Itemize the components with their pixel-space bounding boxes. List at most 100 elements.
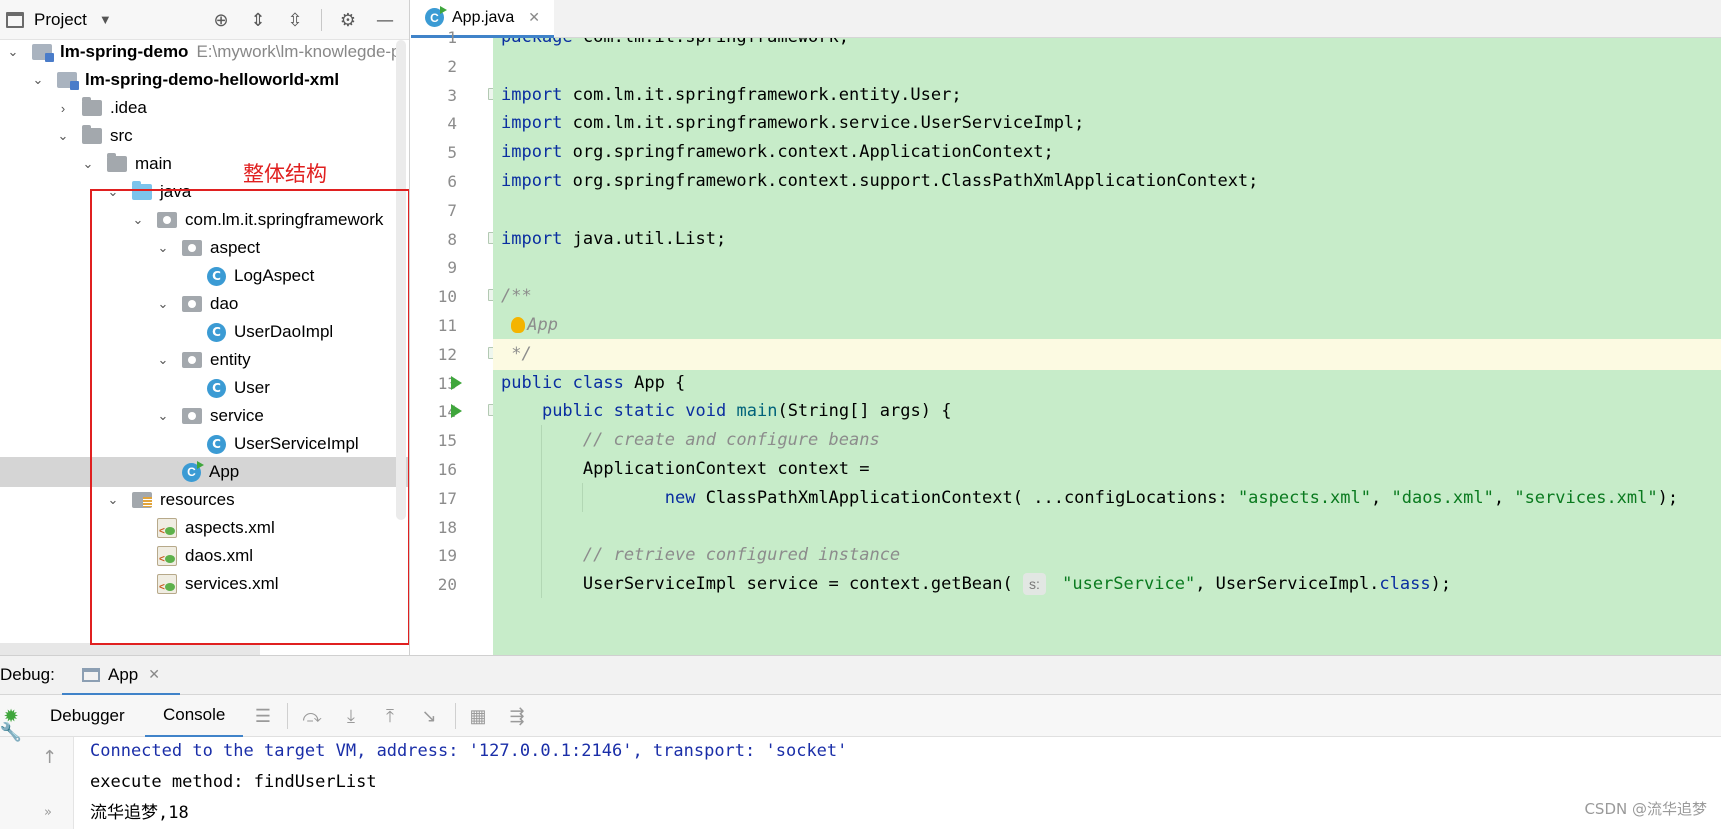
- folder-icon: [82, 125, 102, 144]
- code-line[interactable]: import org.springframework.context.Appli…: [493, 137, 1721, 169]
- run-to-cursor-icon[interactable]: ↘: [418, 705, 440, 727]
- project-view-selector[interactable]: Project ▼: [6, 10, 112, 30]
- console-line: 流华追梦,18: [90, 803, 189, 823]
- line-number: 17: [437, 488, 457, 508]
- debug-tab-label: App: [108, 664, 139, 684]
- step-over-icon[interactable]: ⤼: [301, 705, 323, 727]
- tab-console-label: Console: [163, 705, 226, 724]
- tab-debugger[interactable]: Debugger: [32, 695, 143, 737]
- tree-item[interactable]: ⌄ src: [0, 121, 409, 151]
- debug-toolbar: ✹ Debugger Console ☰ ⤼ ⤓ ⤒ ↘ ▦ ⇶: [0, 695, 1721, 737]
- line-number: 20: [437, 575, 457, 595]
- code-line[interactable]: public static void main(String[] args) {: [493, 396, 1721, 428]
- step-into-icon[interactable]: ⤓: [340, 705, 362, 727]
- collapse-all-icon[interactable]: ⇳: [284, 9, 306, 31]
- wrench-icon[interactable]: 🔧: [0, 721, 22, 743]
- module-path: E:\mywork\lm-knowlegde-p: [196, 42, 401, 61]
- run-icon[interactable]: [451, 375, 462, 390]
- console-output[interactable]: 🔧 ↑ » Connected to the target VM, addres…: [0, 722, 1721, 829]
- toolbar-divider: [321, 9, 322, 31]
- code-line[interactable]: // retrieve configured instance: [493, 540, 1721, 572]
- tab-console[interactable]: Console: [145, 695, 244, 737]
- indent-guide: [582, 482, 583, 512]
- line-gutter: 1 2 3 4 5 6 7 8 9 10 11 12 13 14 15 16 17 18 19 20: [411, 28, 499, 655]
- code-line[interactable]: import org.springframework.context.suppo…: [493, 166, 1721, 198]
- chevron-down-icon[interactable]: ⌄: [81, 156, 95, 172]
- code-line[interactable]: /**: [493, 281, 1721, 313]
- window-icon: [82, 667, 100, 682]
- line-number: 1: [447, 28, 457, 47]
- run-icon[interactable]: [451, 404, 462, 419]
- chevron-down-icon[interactable]: ⌄: [6, 44, 20, 60]
- code-line[interactable]: new ClassPathXmlApplicationContext( ...c…: [493, 483, 1721, 515]
- module-icon: [32, 44, 54, 62]
- step-out-icon[interactable]: ⤒: [379, 705, 401, 727]
- locate-icon[interactable]: ⊕: [210, 9, 232, 31]
- expand-all-icon[interactable]: ⇕: [247, 9, 269, 31]
- code-line[interactable]: import java.util.List;: [493, 224, 1721, 256]
- project-title: Project: [34, 9, 87, 29]
- toolbar-divider: [287, 703, 288, 729]
- code-line[interactable]: [493, 512, 1721, 544]
- debug-bar: Debug: App ✕: [0, 655, 1721, 696]
- chevron-down-icon[interactable]: ⌄: [56, 128, 70, 144]
- code-line[interactable]: import com.lm.it.springframework.entity.…: [493, 80, 1721, 112]
- tree-item-label: .idea: [110, 98, 147, 117]
- line-number: 15: [437, 431, 457, 451]
- line-number: 9: [447, 258, 457, 278]
- code-line[interactable]: public class App {: [493, 368, 1721, 400]
- chevron-down-icon[interactable]: ▼: [99, 12, 112, 27]
- line-number: 12: [437, 344, 457, 364]
- annotation-box: [90, 189, 409, 645]
- debug-tab-app[interactable]: App ✕: [62, 656, 180, 696]
- annotation-label: 整体结构: [243, 162, 327, 186]
- parameter-hint: s:: [1022, 573, 1046, 596]
- indent-guide: [541, 425, 542, 598]
- tab-debugger-label: Debugger: [50, 706, 125, 725]
- line-number: 16: [437, 460, 457, 479]
- minimize-icon[interactable]: —: [374, 9, 396, 31]
- code-line[interactable]: import com.lm.it.springframework.service…: [493, 108, 1721, 140]
- tree-item[interactable]: › .idea: [0, 93, 409, 123]
- code-line[interactable]: [493, 252, 1721, 284]
- chevron-right-icon[interactable]: ›: [56, 101, 70, 116]
- editor-tab-bar: C App.java ✕: [411, 0, 1721, 38]
- code-line[interactable]: // create and configure beans: [493, 425, 1721, 457]
- project-window-icon: [6, 11, 24, 28]
- console-gutter: 🔧 ↑ »: [0, 722, 74, 829]
- up-arrow-icon[interactable]: ↑: [42, 747, 57, 768]
- chevron-down-icon[interactable]: ⌄: [31, 72, 45, 88]
- more-icon[interactable]: »: [44, 805, 52, 820]
- line-number: 5: [447, 143, 457, 163]
- tree-item-label: src: [110, 126, 133, 145]
- close-icon[interactable]: ✕: [148, 666, 160, 683]
- module-icon: [57, 72, 79, 90]
- evaluate-icon[interactable]: ▦: [467, 705, 489, 727]
- lightbulb-icon[interactable]: [511, 317, 526, 333]
- code-line[interactable]: [493, 51, 1721, 83]
- line-number: 10: [437, 287, 457, 307]
- code-line[interactable]: App: [493, 310, 1721, 342]
- line-number: 11: [437, 316, 457, 335]
- gear-icon[interactable]: ⚙: [337, 9, 359, 31]
- line-number: 3: [447, 85, 457, 105]
- tree-item[interactable]: ⌄ main: [0, 149, 409, 179]
- line-number: 2: [447, 56, 457, 76]
- tree-item[interactable]: ⌄ lm-spring-demo-helloworld-xml: [0, 65, 409, 95]
- line-number: 7: [447, 200, 457, 220]
- close-icon[interactable]: ✕: [528, 9, 540, 26]
- tree-item[interactable]: ⌄ lm-spring-demo E:\mywork\lm-knowlegde-p: [0, 37, 409, 67]
- code-editor[interactable]: package com.lm.it.springframework;import…: [493, 38, 1721, 655]
- code-line[interactable]: UserServiceImpl service = context.getBea…: [493, 569, 1721, 601]
- project-panel: Project ▼ ⊕ ⇕ ⇳ ⚙ — ⌄ lm-spring-demo E:\my…: [0, 0, 410, 655]
- tree-item-label: main: [135, 154, 172, 173]
- line-number: 18: [437, 517, 457, 537]
- tree-item-label: lm-spring-demo-helloworld-xml: [85, 70, 340, 89]
- code-line[interactable]: [493, 195, 1721, 227]
- line-number: 19: [437, 546, 457, 566]
- code-line[interactable]: */: [493, 338, 1721, 371]
- menu-icon[interactable]: ☰: [252, 705, 274, 727]
- code-line[interactable]: ApplicationContext context =: [493, 454, 1721, 486]
- line-number: 8: [447, 229, 457, 249]
- trace-icon[interactable]: ⇶: [506, 705, 528, 727]
